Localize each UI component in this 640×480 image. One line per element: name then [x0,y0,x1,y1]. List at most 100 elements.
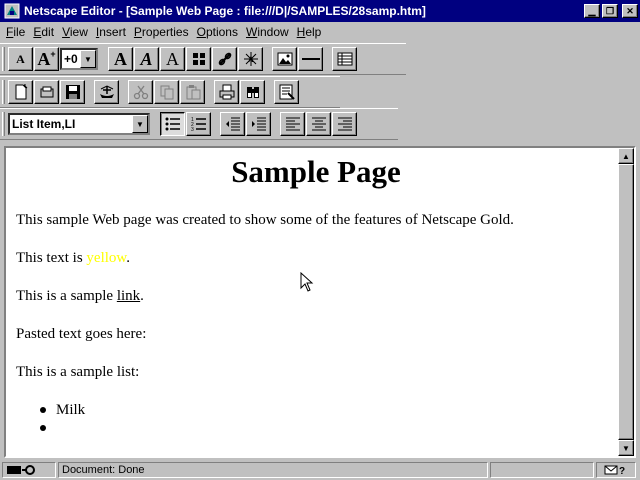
scroll-up-button[interactable]: ▲ [618,148,634,164]
menu-view[interactable]: View [58,25,92,39]
paste-clipboard-icon [186,85,200,100]
status-bar: Document: Done ? [0,459,640,480]
list-bullet [40,425,46,431]
restore-icon: ❐ [605,5,615,16]
cut-button[interactable] [128,80,153,104]
fixed-width-icon: A [166,49,179,69]
new-document-icon [15,84,27,100]
bold-button[interactable]: A [108,47,133,71]
yellow-text-paragraph[interactable]: This text is yellow. [16,250,130,267]
copy-icon [160,85,173,100]
minimize-icon: ▁ [588,5,596,16]
make-link-button[interactable] [212,47,237,71]
toolbar-grip[interactable] [2,112,5,136]
progress-area [490,461,594,478]
minimize-button[interactable]: ▁ [584,4,600,18]
paste-button[interactable] [180,80,205,104]
title-bar: Netscape Editor - [Sample Web Page : fil… [0,0,640,22]
image-icon [277,52,292,66]
security-indicator[interactable] [2,461,56,478]
color-grid-icon [192,53,205,65]
chevron-down-icon[interactable]: ▼ [132,115,148,133]
font-size-value: +0 [64,52,78,66]
binoculars-icon [246,87,259,98]
numbered-list-button[interactable]: 123 [186,112,211,136]
character-format-toolbar: A A + +0 ▼ A A A A [0,43,406,75]
toolbar-grip[interactable] [2,47,5,71]
outdent-icon [225,117,240,131]
sample-link[interactable]: link [117,288,140,304]
insert-table-button[interactable] [332,47,357,71]
clear-styles-button[interactable]: A [238,47,263,71]
close-button[interactable]: ✕ [622,4,638,18]
menu-file[interactable]: File [2,25,29,39]
menu-options[interactable]: Options [193,25,242,39]
list-intro-paragraph[interactable]: This is a sample list: [16,364,139,381]
browse-document-button[interactable] [94,80,119,104]
copy-button[interactable] [154,80,179,104]
list-item[interactable]: Milk [56,402,85,419]
mail-envelope-icon: ? [604,465,625,476]
increase-font-icon: A [37,49,51,69]
new-document-button[interactable] [8,80,33,104]
open-folder-icon [40,86,53,98]
svg-text:3: 3 [191,127,194,131]
vertical-scrollbar[interactable]: ▲ ▼ [618,148,634,456]
broken-key-icon [7,464,35,475]
printer-icon [219,84,234,100]
scissors-icon [133,85,148,100]
font-color-button[interactable] [186,47,211,71]
save-disk-icon [65,85,80,99]
table-icon [337,52,352,66]
netscape-editor-icon[interactable] [4,3,20,19]
publish-button[interactable] [274,80,299,104]
pasted-text-paragraph[interactable]: Pasted text goes here: [16,326,146,343]
align-right-button[interactable] [332,112,357,136]
document-editor-area[interactable]: Sample Page This sample Web page was cre… [4,146,636,458]
align-left-button[interactable] [280,112,305,136]
print-button[interactable] [214,80,239,104]
scroll-down-button[interactable]: ▼ [618,440,634,456]
save-button[interactable] [60,80,85,104]
menu-bar: File Edit View Insert Properties Options… [0,22,640,42]
paragraph-style-select[interactable]: List Item,LI ▼ [8,113,150,135]
restore-button[interactable]: ❐ [602,4,618,18]
increase-indent-button[interactable] [246,112,271,136]
menu-window[interactable]: Window [242,25,293,39]
bullet-list-icon [165,117,180,131]
insert-image-button[interactable] [272,47,297,71]
font-size-select[interactable]: +0 ▼ [60,48,98,70]
align-center-button[interactable] [306,112,331,136]
find-button[interactable] [240,80,265,104]
align-right-icon [337,117,352,131]
scroll-thumb[interactable] [618,164,634,440]
menu-insert[interactable]: Insert [92,25,130,39]
menu-help[interactable]: Help [293,25,326,39]
open-button[interactable] [34,80,59,104]
svg-text:A: A [248,55,254,64]
browse-ship-icon [99,85,114,98]
insert-horizontal-line-button[interactable] [298,47,323,71]
mail-indicator[interactable]: ? [596,461,636,478]
standard-toolbar [0,76,340,108]
intro-paragraph[interactable]: This sample Web page was created to show… [16,212,514,229]
mouse-cursor-icon [300,272,314,292]
toolbar-grip[interactable] [2,80,5,104]
menu-edit[interactable]: Edit [29,25,58,39]
paragraph-format-toolbar: List Item,LI ▼ 123 [0,108,398,140]
decrease-font-size-button[interactable]: A [8,47,33,71]
fixed-width-button[interactable]: A [160,47,185,71]
decrease-font-icon: A [16,52,25,66]
svg-text:?: ? [619,466,625,476]
list-item[interactable] [56,420,76,438]
chevron-down-icon[interactable]: ▼ [80,50,96,68]
decrease-indent-button[interactable] [220,112,245,136]
increase-font-size-button[interactable]: A + [34,47,59,71]
page-heading[interactable]: Sample Page [16,154,616,190]
bullet-list-button[interactable] [160,112,185,136]
menu-properties[interactable]: Properties [130,25,193,39]
paragraph-style-value: List Item,LI [12,117,76,131]
status-text: Document: Done [58,461,488,478]
link-paragraph[interactable]: This is a sample link. [16,288,144,305]
italic-button[interactable]: A [134,47,159,71]
